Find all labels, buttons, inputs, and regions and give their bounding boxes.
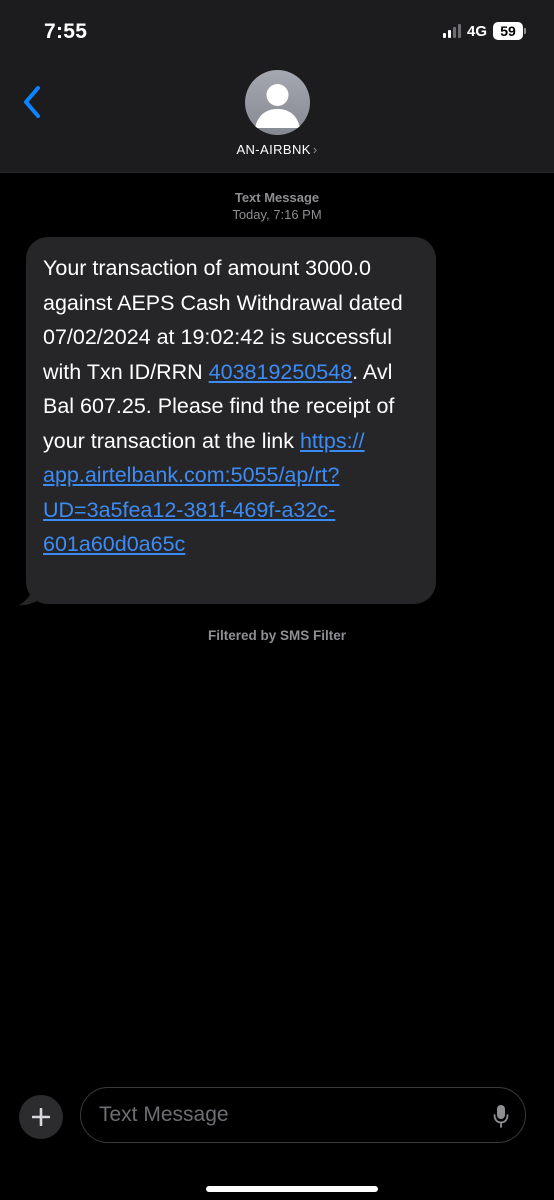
network-type: 4G — [466, 22, 487, 40]
chevron-right-icon: › — [312, 142, 318, 157]
message-meta: Text Message Today, 7:16 PM — [0, 189, 554, 223]
sms-filter-note: Filtered by SMS Filter — [207, 628, 347, 643]
battery-icon: 59 — [493, 22, 526, 40]
message-bubble[interactable]: Your transaction of amount 3000.0 agains… — [26, 237, 436, 604]
back-button[interactable] — [18, 82, 48, 122]
message-type-label: Text Message — [234, 190, 320, 205]
status-time: 7:55 — [44, 20, 88, 43]
home-indicator[interactable] — [206, 1186, 378, 1192]
back-chevron-icon — [24, 86, 40, 118]
contact-name: AN-AIRBNK — [236, 142, 311, 157]
contact-avatar[interactable] — [245, 70, 310, 135]
contact-name-button[interactable]: AN-AIRBNK › — [0, 142, 554, 157]
conversation-header: 7:55 4G 59 AN-AIRBNK › — [0, 0, 554, 173]
transaction-id-link[interactable]: 403819250548 — [209, 360, 353, 384]
add-attachment-button[interactable] — [19, 1095, 63, 1139]
message-input-placeholder: Text Message — [99, 1103, 229, 1126]
plus-icon — [32, 1108, 50, 1126]
message-input[interactable]: Text Message — [80, 1087, 526, 1143]
signal-icon — [442, 24, 461, 38]
battery-level: 59 — [493, 22, 523, 40]
microphone-icon[interactable] — [493, 1104, 509, 1128]
contact-silhouette-icon — [255, 84, 300, 128]
status-indicators: 4G 59 — [442, 22, 526, 40]
message-timestamp: Today, 7:16 PM — [232, 207, 322, 222]
